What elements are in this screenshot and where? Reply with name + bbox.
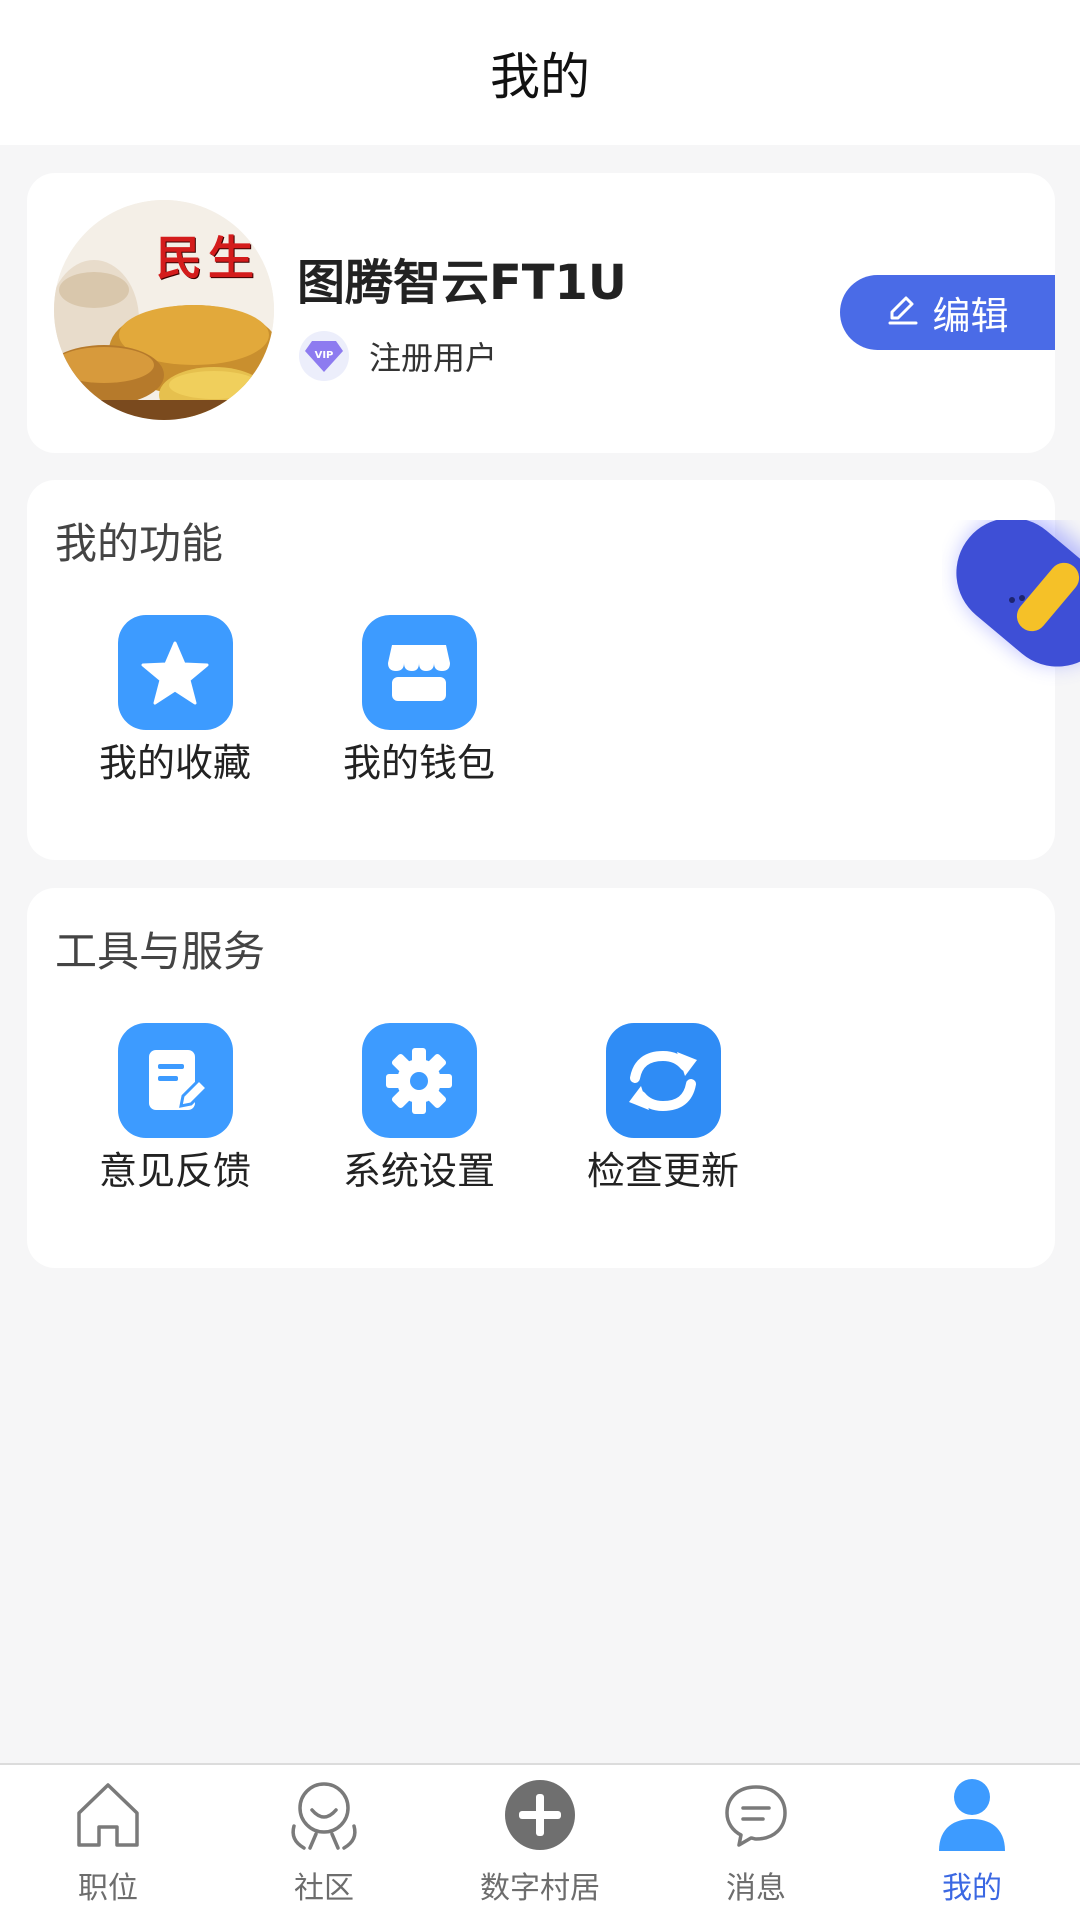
check-update-entry[interactable]: 检查更新: [573, 1023, 753, 1195]
settings-entry[interactable]: 系统设置: [329, 1023, 509, 1195]
wallet-entry[interactable]: 我的钱包: [329, 615, 509, 787]
tab-mine[interactable]: 我的: [872, 1775, 1072, 1915]
page-title: 我的: [490, 47, 590, 106]
floating-assistant-handle[interactable]: [942, 512, 1080, 720]
tab-community[interactable]: 社区: [224, 1775, 424, 1915]
pencil-icon: [886, 291, 920, 335]
feedback-entry[interactable]: 意见反馈: [85, 1023, 265, 1195]
tab-label-digital-village: 数字村居: [480, 1871, 600, 1906]
wallet-label: 我的钱包: [342, 741, 495, 785]
tab-label-jobs: 职位: [78, 1871, 138, 1906]
tools-services-card: 工具与服务 意见反馈 系统设置 检查更新: [27, 888, 1055, 1268]
tab-jobs[interactable]: 职位: [8, 1775, 208, 1915]
vip-badge-text: VIP: [315, 350, 334, 361]
user-icon: [932, 1775, 1012, 1855]
avatar[interactable]: 民生: [54, 200, 274, 420]
tab-digital-village[interactable]: 数字村居: [440, 1775, 640, 1915]
favorites-entry[interactable]: 我的收藏: [85, 615, 265, 787]
profile-card[interactable]: 民生 图腾智云FT1U VIP 注册用户 编辑: [27, 173, 1055, 453]
my-features-card: 我的功能 我的收藏 我的钱包: [27, 480, 1055, 860]
user-level: VIP 注册用户: [299, 331, 497, 381]
tab-label-mine: 我的: [942, 1871, 1002, 1906]
plus-circle-icon: [500, 1775, 580, 1855]
home-icon: [68, 1775, 148, 1855]
favorites-label: 我的收藏: [98, 741, 251, 785]
star-icon: [117, 615, 233, 730]
gear-icon: [361, 1023, 477, 1138]
tab-label-messages: 消息: [726, 1871, 786, 1906]
chat-icon: [716, 1775, 796, 1855]
tab-messages[interactable]: 消息: [656, 1775, 856, 1915]
check-update-label: 检查更新: [586, 1149, 739, 1193]
vip-icon: VIP: [299, 331, 349, 381]
refresh-icon: [605, 1023, 721, 1138]
section-title-features: 我的功能: [55, 519, 224, 568]
feedback-label: 意见反馈: [98, 1149, 251, 1193]
wallet-icon: [361, 615, 477, 730]
tab-label-community: 社区: [294, 1871, 354, 1906]
section-title-tools: 工具与服务: [55, 927, 266, 976]
settings-label: 系统设置: [342, 1149, 495, 1193]
feedback-icon: [117, 1023, 233, 1138]
community-icon: [284, 1775, 364, 1855]
edit-profile-button[interactable]: 编辑: [840, 275, 1055, 350]
username: 图腾智云FT1U: [297, 255, 627, 311]
app-header: 我的: [0, 0, 1080, 145]
bottom-tab-bar: 职位 社区 数字村居 消息 我的: [0, 1763, 1080, 1922]
edit-button-label: 编辑: [932, 294, 1009, 338]
user-type-label: 注册用户: [369, 339, 498, 377]
avatar-caption: 民生: [156, 231, 260, 285]
